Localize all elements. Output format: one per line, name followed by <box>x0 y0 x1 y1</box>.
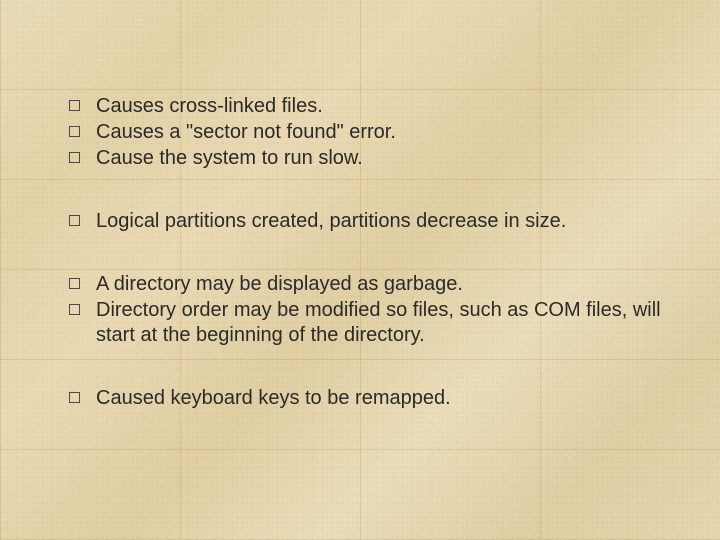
square-bullet-icon <box>69 304 80 315</box>
bullet-group: Causes cross-linked files. Causes a "sec… <box>69 94 669 171</box>
list-item: Cause the system to run slow. <box>69 146 669 171</box>
list-item-text: Caused keyboard keys to be remapped. <box>96 386 669 411</box>
slide-content: Causes cross-linked files. Causes a "sec… <box>69 94 669 412</box>
bullet-group: Caused keyboard keys to be remapped. <box>69 386 669 411</box>
list-item-text: Causes a "sector not found" error. <box>96 120 669 145</box>
bullet-group: Logical partitions created, partitions d… <box>69 209 669 234</box>
list-item: A directory may be displayed as garbage. <box>69 272 669 297</box>
list-item-text: Directory order may be modified so files… <box>96 298 669 348</box>
list-item-text: Cause the system to run slow. <box>96 146 669 171</box>
bullet-group: A directory may be displayed as garbage.… <box>69 272 669 348</box>
list-item: Causes a "sector not found" error. <box>69 120 669 145</box>
list-item: Causes cross-linked files. <box>69 94 669 119</box>
square-bullet-icon <box>69 215 80 226</box>
square-bullet-icon <box>69 152 80 163</box>
square-bullet-icon <box>69 392 80 403</box>
list-item-text: A directory may be displayed as garbage. <box>96 272 669 297</box>
square-bullet-icon <box>69 278 80 289</box>
square-bullet-icon <box>69 126 80 137</box>
list-item: Caused keyboard keys to be remapped. <box>69 386 669 411</box>
list-item-text: Logical partitions created, partitions d… <box>96 209 669 234</box>
list-item-text: Causes cross-linked files. <box>96 94 669 119</box>
list-item: Directory order may be modified so files… <box>69 298 669 348</box>
square-bullet-icon <box>69 100 80 111</box>
list-item: Logical partitions created, partitions d… <box>69 209 669 234</box>
